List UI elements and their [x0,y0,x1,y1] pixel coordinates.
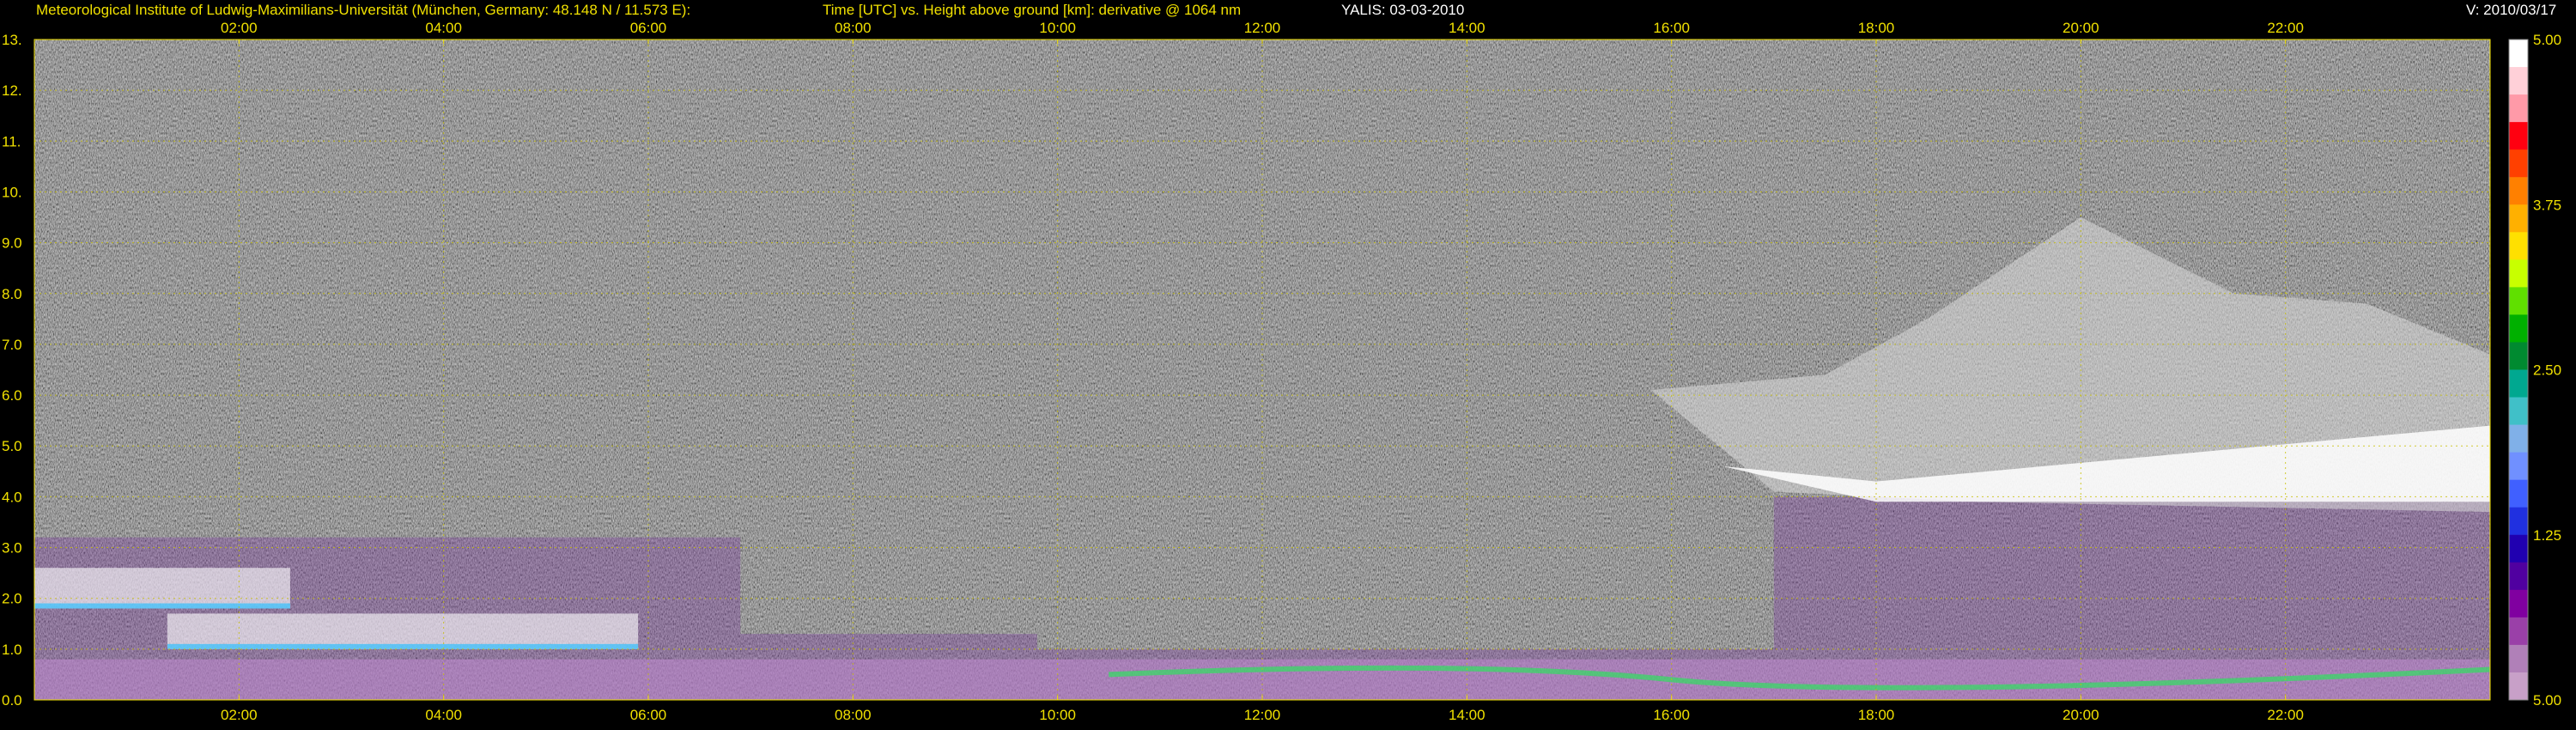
x-tick-label-top: 20:00 [2063,20,2099,36]
feature-residual-layer [167,613,639,649]
colorbar-segment [2509,204,2528,233]
colorbar-segment [2509,232,2528,260]
x-tick-label-top: 06:00 [630,20,667,36]
y-tick-label: 5.0 [2,438,22,454]
y-tick-label: 7.0 [2,337,22,353]
colorbar-segment [2509,672,2528,701]
y-tick-label: 2.0 [2,591,22,607]
colorbar-segment [2509,40,2528,68]
x-tick-label-bottom: 14:00 [1449,707,1485,723]
x-tick-label-bottom: 16:00 [1653,707,1690,723]
lidar-chart: 02:00 02:00 04:00 04:00 06:00 06:00 08:00 08:00… [2,20,2561,723]
y-tick-label: 1.0 [2,642,22,658]
x-tick-label-bottom: 06:00 [630,707,667,723]
feature-residual-layer-edge [34,603,290,609]
colorbar-tick-label: 5.00 [2533,32,2561,48]
colorbar-segment [2509,369,2528,398]
y-tick-label: 6.0 [2,387,22,404]
x-tick-label-top: 14:00 [1449,20,1485,36]
colorbar-segment [2509,122,2528,150]
feature-residual-layer-edge [167,643,639,649]
x-tick-label-bottom: 12:00 [1244,707,1281,723]
plot-title: Time [UTC] vs. Height above ground [km]:… [823,2,1242,18]
x-tick-label-bottom: 02:00 [221,707,258,723]
x-tick-label-top: 16:00 [1653,20,1690,36]
colorbar-segment [2509,534,2528,563]
colorbar: 5.00 3.75 2.50 1.25 5.00 [2508,32,2561,709]
x-tick-label-bottom: 22:00 [2267,707,2304,723]
x-tick-label-top: 18:00 [1858,20,1895,36]
colorbar-segment [2509,507,2528,536]
x-tick-label-bottom: 08:00 [835,707,872,723]
y-tick-label: 0.0 [2,692,22,709]
colorbar-segment [2509,149,2528,178]
x-tick-label-top: 02:00 [221,20,258,36]
feature-residual-layer [34,568,290,609]
colorbar-segment [2509,562,2528,591]
x-tick-label-bottom: 04:00 [425,707,462,723]
colorbar-tick-label: 1.25 [2533,527,2561,544]
y-tick-label: 10. [2,184,22,200]
colorbar-segment [2509,287,2528,315]
x-tick-label-bottom: 18:00 [1858,707,1895,723]
x-tick-label-top: 10:00 [1039,20,1076,36]
institute-label: Meteorological Institute of Ludwig-Maxim… [36,2,691,18]
x-tick-label-top: 12:00 [1244,20,1281,36]
colorbar-tick-label: 5.00 [2533,692,2561,709]
colorbar-segment [2509,94,2528,123]
x-tick-label-bottom: 10:00 [1039,707,1076,723]
colorbar-segment [2509,67,2528,95]
colorbar-tick-label: 3.75 [2533,197,2561,213]
y-tick-label: 4.0 [2,489,22,505]
x-tick-label-top: 04:00 [425,20,462,36]
colorbar-tick-label: 2.50 [2533,362,2561,379]
y-tick-label: 3.0 [2,540,22,557]
colorbar-segment [2509,314,2528,343]
colorbar-segment [2509,259,2528,288]
y-tick-label: 11. [2,133,21,149]
colorbar-segment [2509,644,2528,673]
y-tick-label: 13. [2,32,22,48]
x-tick-label-top: 08:00 [835,20,872,36]
colorbar-segment [2509,589,2528,618]
y-tick-label: 8.0 [2,286,22,302]
colorbar-segment [2509,617,2528,646]
y-tick-label: 12. [2,82,22,99]
colorbar-segment [2509,177,2528,205]
y-tick-label: 9.0 [2,235,22,252]
x-tick-label-bottom: 20:00 [2063,707,2099,723]
colorbar-segment [2509,452,2528,481]
colorbar-segment [2509,397,2528,426]
instrument-date-label: YALIS: 03-03-2010 [1341,2,1465,18]
colorbar-segment [2509,342,2528,370]
version-label: V: 2010/03/17 [2466,2,2557,18]
colorbar-segment [2509,479,2528,508]
colorbar-segment [2509,424,2528,453]
x-tick-label-top: 22:00 [2267,20,2304,36]
